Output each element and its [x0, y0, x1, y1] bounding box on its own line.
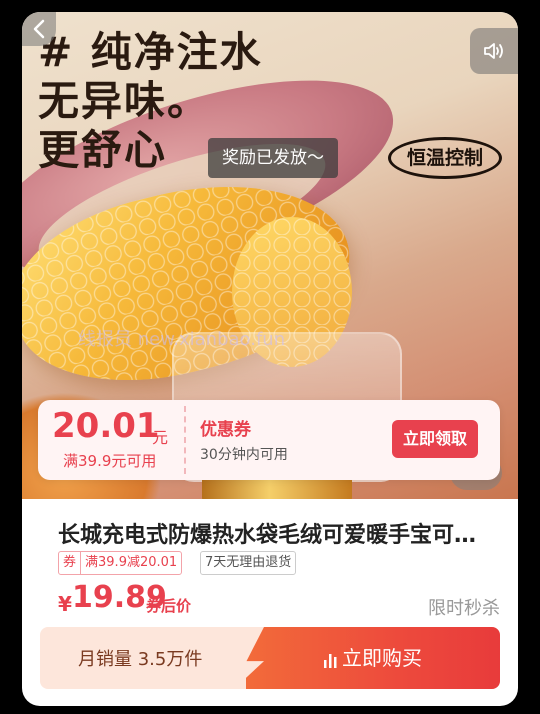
hero-image[interactable]: # 纯净注水 无异味。 更舒心 奖励已发放～ 恒温控制 线报员 new.xian… [22, 12, 518, 499]
headline-line-2: 无异味。 [38, 77, 210, 125]
buy-now-button[interactable]: 立即购买 [234, 627, 500, 689]
coupon-title: 优惠券 [200, 420, 251, 440]
price-suffix: 券后价 [146, 597, 192, 615]
coupon-condition: 满39.9元可用 [63, 452, 157, 470]
headline-line-1: # 纯净注水 [38, 28, 263, 76]
coupon-card: 20.01 元 满39.9元可用 优惠券 30分钟内可用 立即领取 [38, 400, 500, 480]
coupon-divider [184, 406, 186, 474]
coupon-unit: 元 [152, 428, 169, 447]
sound-toggle-button[interactable] [470, 28, 518, 74]
reward-toast: 奖励已发放～ [208, 138, 338, 178]
back-button[interactable] [22, 12, 56, 46]
buy-now-label: 立即购买 [342, 646, 422, 670]
coupon-tag-kind: 券 [59, 552, 82, 574]
lightning-divider [234, 627, 264, 689]
buy-bar: 月销量 3.5万件 立即购买 [40, 627, 500, 689]
bar-chart-icon [324, 653, 337, 668]
return-policy-tag: 7天无理由退货 [200, 551, 297, 575]
product-title[interactable]: 长城充电式防爆热水袋毛绒可爱暖手宝可… [58, 517, 508, 549]
coupon-tag-text: 满39.9减20.01 [85, 555, 178, 570]
coupon-amount: 20.01 [52, 406, 160, 446]
price-currency: ¥ [58, 592, 72, 616]
speaker-icon [484, 43, 503, 59]
back-arrow-icon [33, 19, 45, 39]
watermark: 线报员 new.xianbao.fun [78, 329, 286, 350]
flash-sale-label: 限时秒杀 [428, 598, 500, 619]
coupon-tag: 券 满39.9减20.01 [58, 551, 183, 575]
claim-coupon-button[interactable]: 立即领取 [392, 420, 478, 458]
coupon-subtitle: 30分钟内可用 [200, 447, 288, 463]
monthly-sales: 月销量 3.5万件 [78, 649, 203, 670]
coupon-value-area: 20.01 元 满39.9元可用 [38, 400, 184, 480]
product-card: # 纯净注水 无异味。 更舒心 奖励已发放～ 恒温控制 线报员 new.xian… [22, 12, 518, 706]
temp-control-badge: 恒温控制 [388, 137, 502, 179]
